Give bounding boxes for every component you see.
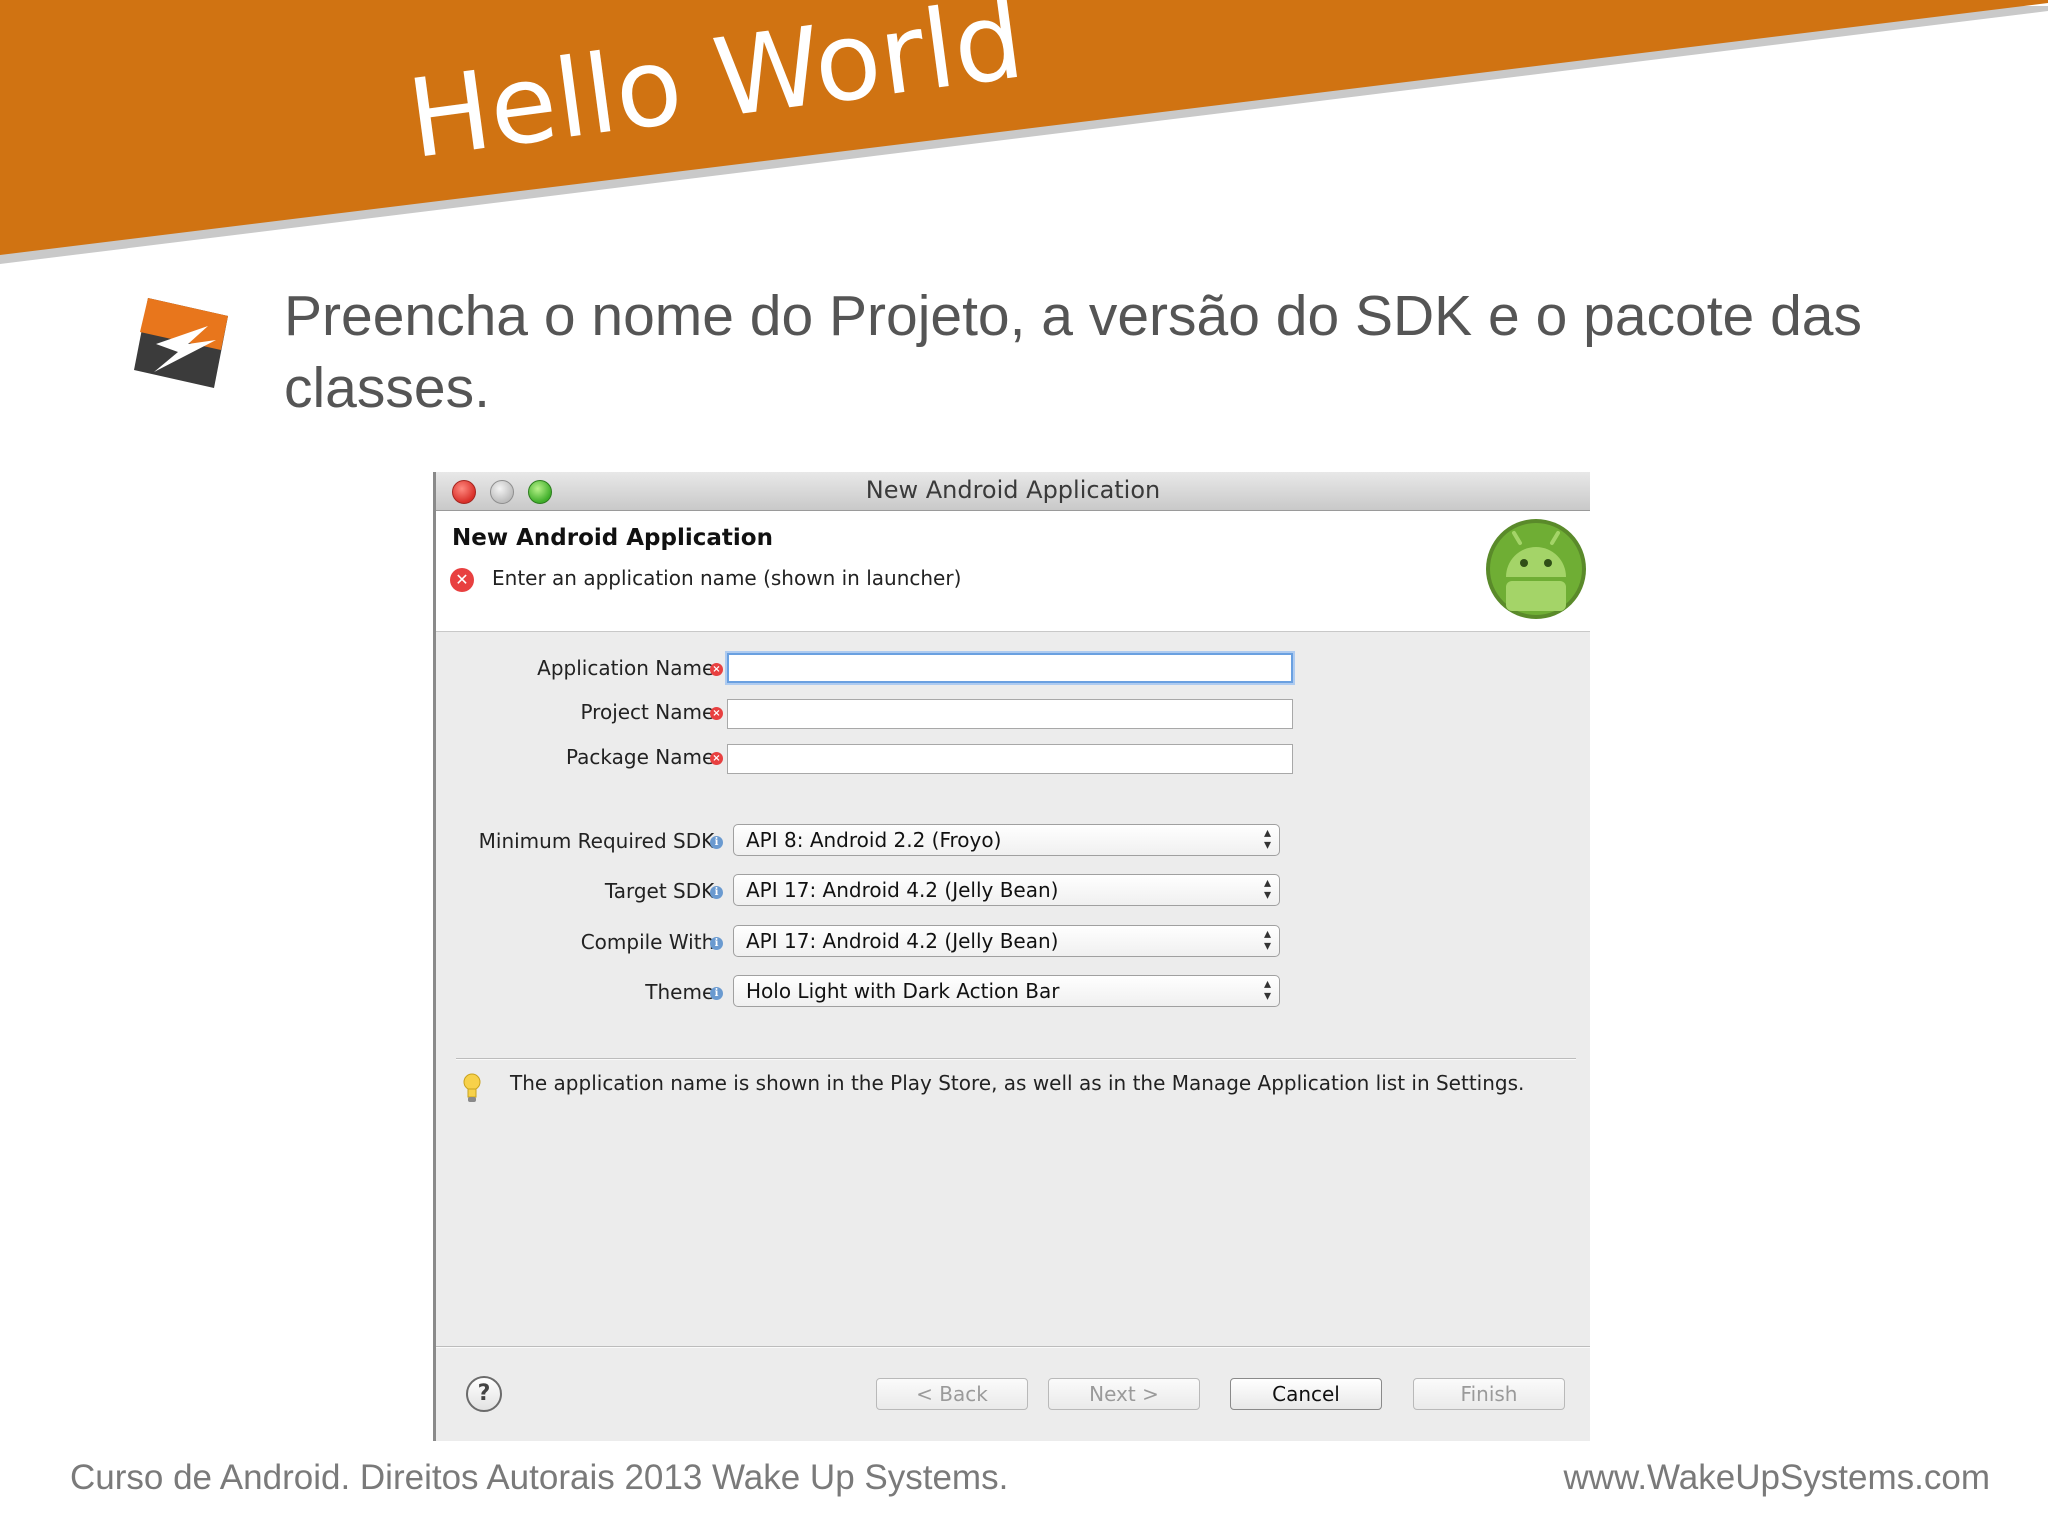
compile-with-value: API 17: Android 4.2 (Jelly Bean) xyxy=(746,929,1059,953)
android-logo-icon xyxy=(1486,519,1586,619)
cancel-button[interactable]: Cancel xyxy=(1230,1378,1382,1410)
theme-value: Holo Light with Dark Action Bar xyxy=(746,979,1060,1003)
separator xyxy=(456,1058,1576,1060)
info-icon: i xyxy=(710,836,723,849)
hint-text: The application name is shown in the Pla… xyxy=(510,1071,1525,1095)
wizard-error-message: Enter an application name (shown in laun… xyxy=(492,566,962,590)
wizard-header: New Android Application ✕ Enter an appli… xyxy=(436,511,1590,632)
footer-copyright: Curso de Android. Direitos Autorais 2013… xyxy=(70,1458,1009,1497)
package-name-label: Package Name: xyxy=(566,745,721,769)
info-icon: i xyxy=(710,886,723,899)
wakeup-logo-icon xyxy=(134,298,228,388)
target-sdk-select[interactable]: API 17: Android 4.2 (Jelly Bean) ▴ ▾ xyxy=(733,874,1280,906)
select-arrows-icon: ▴ ▾ xyxy=(1263,976,1271,1004)
select-arrows-icon: ▴ ▾ xyxy=(1263,825,1271,853)
target-sdk-value: API 17: Android 4.2 (Jelly Bean) xyxy=(746,878,1059,902)
window-title: New Android Application xyxy=(865,476,1161,504)
required-error-icon: × xyxy=(710,663,723,676)
project-name-label: Project Name: xyxy=(580,700,721,724)
min-sdk-select[interactable]: API 8: Android 2.2 (Froyo) ▴ ▾ xyxy=(733,824,1280,856)
select-arrows-icon: ▴ ▾ xyxy=(1263,875,1271,903)
compile-with-select[interactable]: API 17: Android 4.2 (Jelly Bean) ▴ ▾ xyxy=(733,925,1280,957)
lightbulb-icon xyxy=(463,1073,481,1102)
application-name-label: Application Name: xyxy=(537,656,721,680)
min-sdk-value: API 8: Android 2.2 (Froyo) xyxy=(746,828,1002,852)
application-name-input[interactable] xyxy=(727,653,1293,683)
required-error-icon: × xyxy=(710,752,723,765)
title-banner xyxy=(0,0,2048,264)
required-error-icon: × xyxy=(710,707,723,720)
compile-with-label: Compile With: xyxy=(580,930,721,954)
select-arrows-icon: ▴ ▾ xyxy=(1263,926,1271,954)
package-name-input[interactable] xyxy=(727,744,1293,774)
new-android-application-dialog: New Android Application New Android Appl… xyxy=(433,472,1590,1441)
finish-button[interactable]: Finish xyxy=(1413,1378,1565,1410)
footer-website: www.WakeUpSystems.com xyxy=(1563,1458,1990,1497)
back-button[interactable]: < Back xyxy=(876,1378,1028,1410)
next-button[interactable]: Next > xyxy=(1048,1378,1200,1410)
window-titlebar: New Android Application xyxy=(436,472,1590,511)
help-button[interactable]: ? xyxy=(466,1376,502,1412)
min-sdk-label: Minimum Required SDK: xyxy=(478,829,721,853)
info-icon: i xyxy=(710,937,723,950)
project-name-input[interactable] xyxy=(727,699,1293,729)
info-icon: i xyxy=(710,987,723,1000)
target-sdk-label: Target SDK: xyxy=(604,879,721,903)
bullet-text: Preencha o nome do Projeto, a versão do … xyxy=(284,284,1862,420)
theme-select[interactable]: Holo Light with Dark Action Bar ▴ ▾ xyxy=(733,975,1280,1007)
error-icon: ✕ xyxy=(450,568,474,592)
separator xyxy=(436,1346,1590,1348)
wizard-title: New Android Application xyxy=(452,525,773,551)
